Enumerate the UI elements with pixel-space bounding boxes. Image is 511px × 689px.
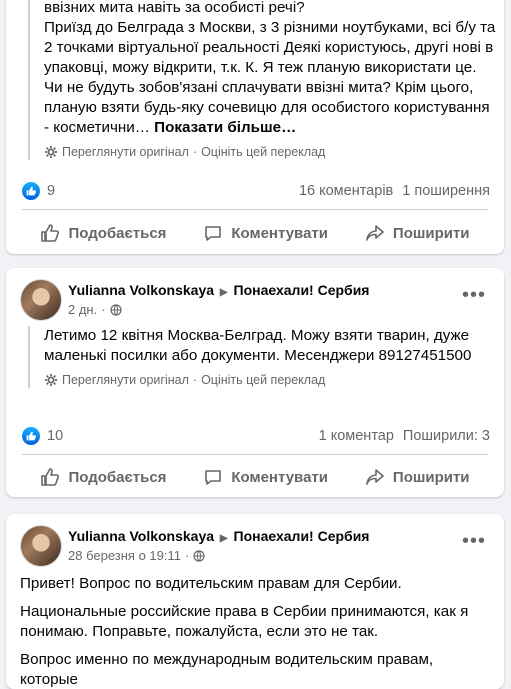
share-label: Поширити <box>392 468 470 486</box>
reaction-count[interactable]: 10 <box>47 428 63 444</box>
post-card-1: ввізних мита навіть за особисті речі? Пр… <box>6 0 504 254</box>
share-count[interactable]: Поширили: 3 <box>403 428 490 444</box>
post-header: Yulianna Volkonskaya ▶ Понаехали! Сербия… <box>20 525 490 569</box>
post-paragraph: Привет! Вопрос по водительским правам дл… <box>20 575 402 592</box>
comment-button[interactable]: Коментувати <box>203 223 328 243</box>
separator: · <box>192 373 198 387</box>
gear-icon <box>44 373 58 387</box>
separator: · <box>184 548 190 563</box>
see-original-link[interactable]: Переглянути оригінал <box>62 144 189 160</box>
thumbs-up-icon <box>41 224 60 242</box>
post-paragraph: Вопрос именно по международным водительс… <box>20 651 434 688</box>
post-time[interactable]: 28 березня о 19:11 <box>68 548 181 563</box>
translated-post-body: ввізних мита навіть за особисті речі? Пр… <box>28 0 496 160</box>
like-button[interactable]: Подобається <box>40 467 166 487</box>
share-label: Поширити <box>392 224 470 242</box>
group-name[interactable]: Понаехали! Сербия <box>234 282 370 298</box>
post-author-line: Yulianna Volkonskaya ▶ Понаехали! Сербия <box>68 528 369 544</box>
post-text-line: Приїзд до Белграда з Москви, з 3 різними… <box>44 19 496 76</box>
share-arrow-icon <box>366 225 384 241</box>
post-text: Привет! Вопрос по водительским правам дл… <box>20 574 490 689</box>
comment-count[interactable]: 16 коментарів <box>299 183 393 199</box>
globe-icon <box>109 303 122 316</box>
comment-icon <box>205 226 222 241</box>
separator: · <box>192 145 198 159</box>
share-count[interactable]: 1 поширення <box>402 183 490 199</box>
share-arrow-icon <box>366 469 384 485</box>
gear-icon <box>44 145 58 159</box>
translated-post-body: Летимо 12 квітня Москва-Белград. Можу вз… <box>28 326 496 388</box>
rate-translation-link[interactable]: Оцініть цей переклад <box>201 372 325 388</box>
post-header: Yulianna Volkonskaya ▶ Понаехали! Сербия… <box>20 279 490 323</box>
reaction-count[interactable]: 9 <box>47 183 55 199</box>
reactions-bar: 10 1 коментар Поширили: 3 <box>22 425 490 447</box>
post-meta: 28 березня о 19:11 · <box>68 548 205 563</box>
post-card-2: Yulianna Volkonskaya ▶ Понаехали! Сербия… <box>6 268 504 497</box>
comment-button[interactable]: Коментувати <box>203 467 328 487</box>
avatar[interactable] <box>20 279 62 321</box>
comment-label: Коментувати <box>231 224 328 242</box>
globe-icon <box>193 549 205 562</box>
comment-count[interactable]: 1 коментар <box>319 428 394 444</box>
like-button[interactable]: Подобається <box>40 223 166 243</box>
post-actions: Подобається Коментувати Поширити <box>22 216 488 250</box>
triangle-right-icon: ▶ <box>219 533 228 544</box>
like-reaction-icon[interactable] <box>22 182 40 200</box>
avatar[interactable] <box>20 525 62 567</box>
post-text: ввізних мита навіть за особисті речі? Пр… <box>44 0 496 138</box>
more-options-icon[interactable]: ••• <box>460 531 488 551</box>
post-text-line: ввізних мита навіть за особисті речі? <box>44 0 305 16</box>
comment-icon <box>205 470 222 485</box>
post-card-3: Yulianna Volkonskaya ▶ Понаехали! Сербия… <box>6 514 504 689</box>
post-time[interactable]: 2 дн. <box>68 302 97 317</box>
author-name[interactable]: Yulianna Volkonskaya <box>68 528 214 544</box>
post-text: Летимо 12 квітня Москва-Белград. Можу вз… <box>44 327 472 364</box>
post-actions: Подобається Коментувати Поширити <box>22 460 488 494</box>
author-name[interactable]: Yulianna Volkonskaya <box>68 282 214 298</box>
see-original-link[interactable]: Переглянути оригінал <box>62 372 189 388</box>
translation-row: Переглянути оригінал · Оцініть цей перек… <box>44 372 496 388</box>
like-reaction-icon[interactable] <box>22 427 40 445</box>
post-paragraph: Национальные российские права в Сербии п… <box>20 603 469 640</box>
divider <box>22 209 488 210</box>
group-name[interactable]: Понаехали! Сербия <box>234 528 370 544</box>
like-label: Подобається <box>68 468 167 486</box>
translation-row: Переглянути оригінал · Оцініть цей перек… <box>44 144 496 160</box>
separator: · <box>101 302 106 317</box>
see-more-link[interactable]: Показати більше… <box>154 119 296 136</box>
reactions-bar: 9 16 коментарів 1 поширення <box>22 180 490 202</box>
like-label: Подобається <box>68 224 167 242</box>
comment-label: Коментувати <box>231 468 328 486</box>
more-options-icon[interactable]: ••• <box>460 285 488 305</box>
divider <box>22 454 488 455</box>
post-meta: 2 дн. · <box>68 302 122 317</box>
thumbs-up-icon <box>41 468 60 486</box>
post-text-line: Чи не будуть зобов'язані сплачувати ввіз… <box>44 79 490 136</box>
share-button[interactable]: Поширити <box>365 467 470 487</box>
share-button[interactable]: Поширити <box>365 223 470 243</box>
post-author-line: Yulianna Volkonskaya ▶ Понаехали! Сербия <box>68 282 369 298</box>
triangle-right-icon: ▶ <box>219 287 228 298</box>
rate-translation-link[interactable]: Оцініть цей переклад <box>201 144 325 160</box>
